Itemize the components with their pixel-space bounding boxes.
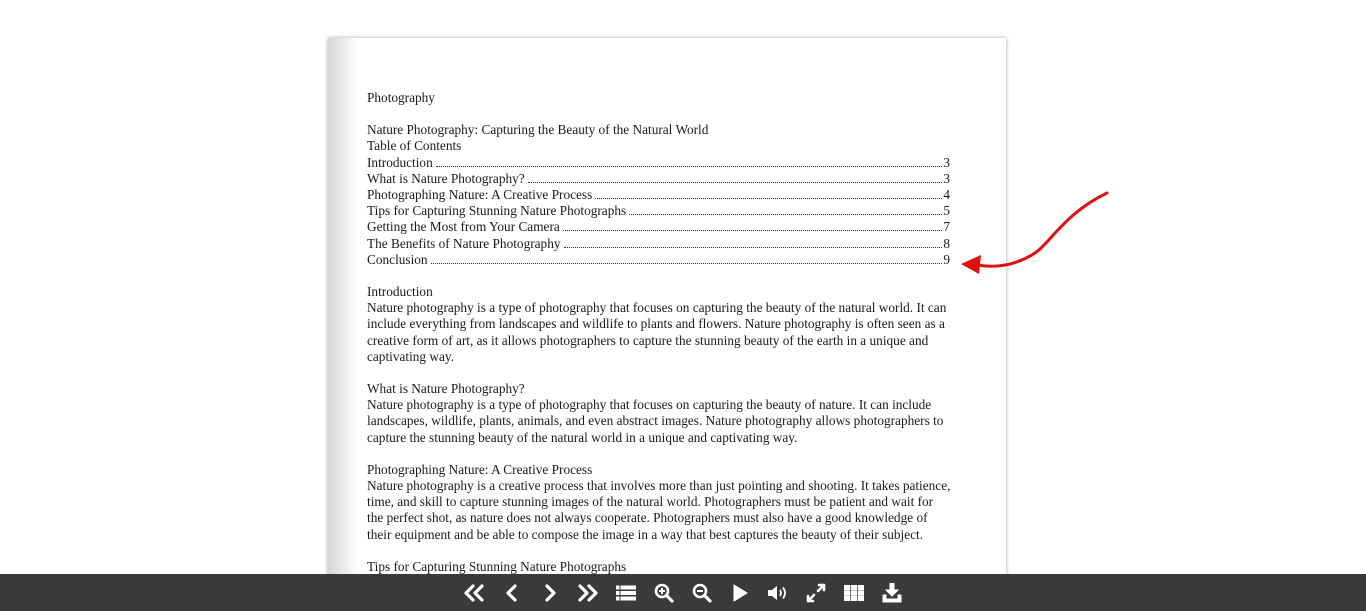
zoom-in-icon	[654, 583, 674, 603]
first-page-button[interactable]	[455, 574, 493, 611]
toc-heading: Table of Contents	[367, 138, 462, 154]
download-icon	[882, 582, 902, 602]
zoom-out-button[interactable]	[683, 574, 721, 611]
section-heading: Photographing Nature: A Creative Process	[367, 461, 593, 477]
zoom-in-button[interactable]	[645, 574, 683, 611]
table-of-contents-button[interactable]	[607, 574, 645, 611]
document-title: Nature Photography: Capturing the Beauty…	[367, 122, 709, 138]
toc-entry[interactable]: Photographing Nature: A Creative Process…	[367, 187, 950, 203]
section-heading: Introduction	[367, 284, 433, 300]
page-header: Photography	[367, 90, 435, 105]
toc-entry[interactable]: Conclusion 9	[367, 252, 950, 268]
first-page-icon	[464, 583, 484, 602]
thumbnails-button[interactable]	[835, 574, 873, 611]
last-page-button[interactable]	[569, 574, 607, 611]
zoom-out-icon	[692, 583, 712, 603]
next-page-icon	[545, 583, 556, 602]
section-body: Nature photography is a type of photogra…	[367, 397, 944, 445]
toc-entry[interactable]: Tips for Capturing Stunning Nature Photo…	[367, 203, 950, 219]
download-button[interactable]	[873, 574, 911, 611]
toc-entry[interactable]: What is Nature Photography? 3	[367, 171, 950, 187]
section-heading: What is Nature Photography?	[367, 381, 525, 397]
autoplay-button[interactable]	[721, 574, 759, 611]
viewer-toolbar	[0, 574, 1366, 611]
sound-button[interactable]	[759, 574, 797, 611]
section-body: Nature photography is a creative process…	[367, 478, 951, 542]
section-body: Nature photography is a type of photogra…	[367, 300, 947, 364]
table-of-contents-icon	[616, 585, 636, 600]
red-arrow-annotation-icon	[961, 191, 1109, 274]
page-content: Photography Nature Photography: Capturin…	[367, 90, 967, 575]
fullscreen-button[interactable]	[797, 574, 835, 611]
toc-entry[interactable]: Introduction 3	[367, 155, 950, 171]
play-icon	[733, 583, 748, 602]
table-of-contents: Introduction 3 What is Nature Photography…	[367, 155, 967, 268]
section-heading: Tips for Capturing Stunning Nature Photo…	[367, 558, 627, 574]
toc-entry[interactable]: The Benefits of Nature Photography 8	[367, 236, 950, 252]
previous-page-icon	[506, 583, 517, 602]
sound-icon	[768, 585, 786, 600]
document-page: Photography Nature Photography: Capturin…	[328, 38, 1006, 598]
thumbnails-icon	[844, 584, 864, 601]
fullscreen-icon	[806, 583, 826, 602]
last-page-icon	[578, 583, 598, 602]
next-page-button[interactable]	[531, 574, 569, 611]
toc-entry[interactable]: Getting the Most from Your Camera 7	[367, 219, 950, 235]
previous-page-button[interactable]	[493, 574, 531, 611]
